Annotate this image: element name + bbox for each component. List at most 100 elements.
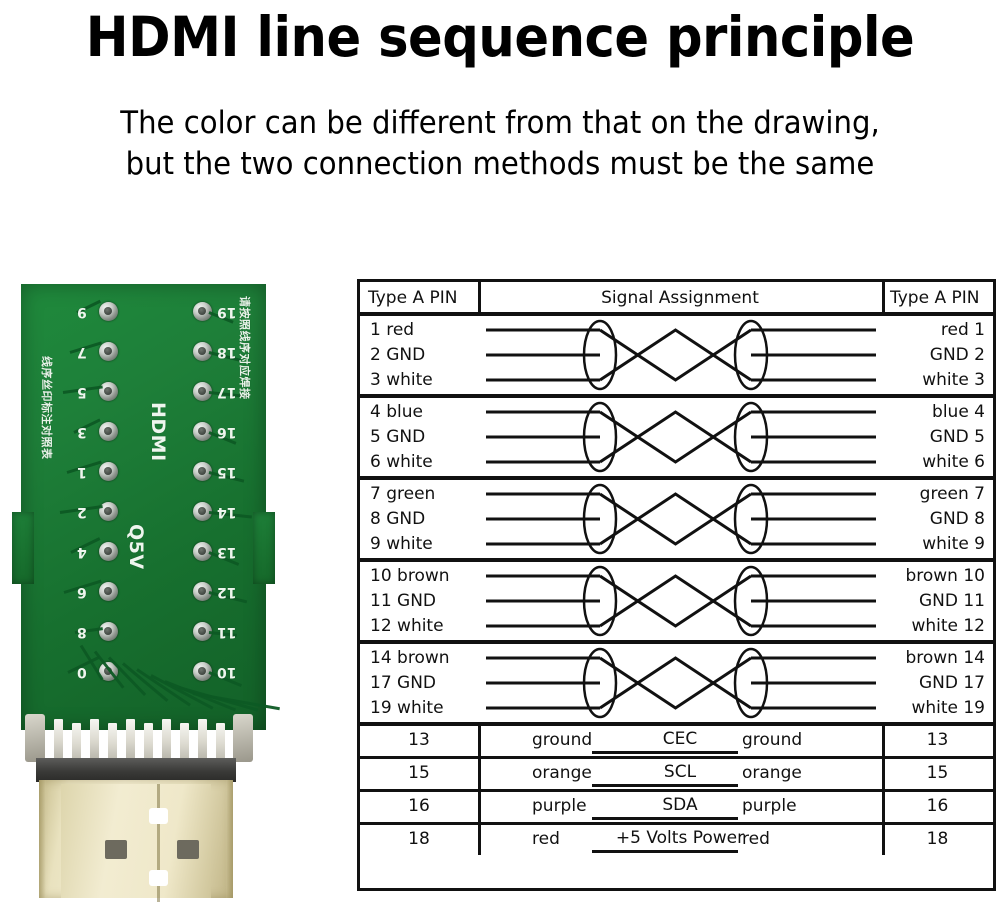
single-row-pin-left: 13 bbox=[408, 730, 430, 750]
pcb-silkscreen-pin-number: 4 bbox=[77, 544, 87, 560]
pcb-trace bbox=[192, 692, 280, 711]
pcb-silkscreen-pin-number: 7 bbox=[77, 344, 87, 360]
pcb-solder-pad bbox=[99, 302, 118, 321]
connector-face bbox=[61, 784, 211, 902]
hdmi-connector-pin bbox=[198, 719, 207, 759]
single-row-pin-left: 18 bbox=[408, 829, 430, 849]
page-subtitle-line-2: but the two connection methods must be t… bbox=[125, 146, 875, 182]
pcb-silkscreen-pin-number: 10 bbox=[217, 664, 237, 680]
single-row-pin-left: 15 bbox=[408, 763, 430, 783]
hdmi-type-a-plug bbox=[39, 780, 233, 902]
pcb-silkscreen-pin-number: 12 bbox=[217, 584, 237, 600]
pcb-solder-pad bbox=[99, 462, 118, 481]
pcb-silkscreen-pin-number: 6 bbox=[77, 584, 87, 600]
pcb-solder-pad bbox=[99, 582, 118, 601]
pcb-silkscreen-pin-number: 2 bbox=[77, 504, 87, 520]
single-row-color-right: ground bbox=[742, 730, 803, 750]
pcb-silkscreen-pin-number: 18 bbox=[217, 344, 237, 360]
table-rule bbox=[360, 756, 993, 759]
pcb-silkscreen-pin-number: 11 bbox=[217, 624, 237, 640]
single-row-pin-right: 13 bbox=[926, 730, 949, 750]
pcb-silkscreen-pin-number: 1 bbox=[77, 464, 87, 480]
pcb-silkscreen-pin-number: 9 bbox=[77, 304, 87, 320]
hdmi-pinout-table: Type A PIN Signal Assignment Type A PIN 1 r… bbox=[357, 279, 996, 891]
single-row-pin-right: 16 bbox=[926, 796, 949, 816]
table-header-left: Type A PIN bbox=[368, 288, 458, 308]
twisted-pair-diagram bbox=[486, 565, 876, 637]
twisted-pair-diagram bbox=[486, 319, 876, 391]
pcb-silkscreen-pin-number: 13 bbox=[217, 544, 237, 560]
pcb-board: 9753124680 19 18 17 16 15 14 13 12 11 10 HDMI Q5V… bbox=[12, 284, 280, 730]
connector-dimple-right bbox=[177, 840, 199, 859]
table-divider bbox=[478, 825, 481, 855]
hdmi-connector-pin bbox=[144, 723, 153, 763]
page-header: HDMI line sequence principle The color c… bbox=[0, 0, 1000, 200]
hdmi-connector-pin bbox=[54, 719, 63, 759]
pcb-solder-pad bbox=[99, 342, 118, 361]
table-divider bbox=[478, 726, 481, 756]
hdmi-breakout-board-photo: 9753124680 19 18 17 16 15 14 13 12 11 10 HDMI Q5V… bbox=[8, 276, 298, 902]
pcb-silkscreen-pin-number: 15 bbox=[217, 464, 237, 480]
page-subtitle-line-1: The color can be different from that on … bbox=[120, 105, 880, 141]
table-divider bbox=[478, 792, 481, 822]
single-row-signal-name: CEC bbox=[662, 729, 698, 749]
single-row-signal-name: SCL bbox=[663, 762, 697, 782]
pcb-solder-pad bbox=[99, 542, 118, 561]
single-row-color-left: orange bbox=[532, 763, 592, 783]
pcb-silkscreen-pin-number: 17 bbox=[217, 384, 237, 400]
hdmi-connector-pin bbox=[216, 723, 225, 763]
pcb-silkscreen-pin-number: 5 bbox=[77, 384, 87, 400]
connector-pin-row bbox=[54, 719, 230, 763]
pcb-silkscreen-note-left: 线序丝印标注对照表 bbox=[40, 356, 53, 460]
pcb-silkscreen-note-right: 请按照线序对应焊接 bbox=[238, 296, 251, 400]
page-subtitle: The color can be different from that on … bbox=[30, 103, 970, 185]
single-row-signal-name: SDA bbox=[662, 795, 698, 815]
table-header-right: Type A PIN bbox=[890, 288, 980, 308]
table-rule bbox=[360, 822, 993, 825]
pcb-side-tab-right bbox=[253, 512, 275, 584]
table-divider bbox=[478, 282, 481, 312]
single-row-color-right: red bbox=[742, 829, 770, 849]
hdmi-connector-pin bbox=[72, 723, 81, 763]
single-row-color-right: purple bbox=[742, 796, 797, 816]
single-row-signal-underline bbox=[592, 784, 738, 787]
connector-shroud-band bbox=[36, 758, 236, 782]
pcb-silkscreen-voltage-label: Q5V bbox=[125, 524, 147, 570]
connector-edge-right bbox=[226, 780, 233, 898]
single-row-color-left: red bbox=[532, 829, 560, 849]
table-rule bbox=[360, 789, 993, 792]
single-row-color-left: purple bbox=[532, 796, 587, 816]
twisted-pair-diagram bbox=[486, 647, 876, 719]
single-row-signal-underline bbox=[592, 817, 738, 820]
pcb-silkscreen-pin-number: 19 bbox=[217, 304, 237, 320]
single-row-pin-right: 18 bbox=[926, 829, 949, 849]
pcb-solder-pad bbox=[99, 622, 118, 641]
single-row-pin-right: 15 bbox=[926, 763, 949, 783]
connector-dimple-left bbox=[105, 840, 127, 859]
pcb-silkscreen-pin-number: 16 bbox=[217, 424, 237, 440]
table-divider bbox=[478, 759, 481, 789]
single-row-signal-underline bbox=[592, 850, 738, 853]
table-divider bbox=[882, 282, 885, 312]
twisted-pair-diagram bbox=[486, 483, 876, 555]
connector-edge-left bbox=[39, 780, 46, 898]
single-row-color-right: orange bbox=[742, 763, 802, 783]
twisted-pair-diagram bbox=[486, 401, 876, 473]
connector-screw-tab-left bbox=[25, 714, 45, 762]
single-row-pin-left: 16 bbox=[408, 796, 430, 816]
single-row-signal-underline bbox=[592, 751, 738, 754]
hdmi-connector-pin bbox=[126, 719, 135, 759]
pcb-silkscreen-pin-number: 8 bbox=[77, 624, 87, 640]
hdmi-connector-pin bbox=[162, 719, 171, 759]
table-header-center: Signal Assignment bbox=[601, 288, 759, 308]
hdmi-connector-pin bbox=[90, 719, 99, 759]
table-rule bbox=[360, 722, 993, 726]
connector-notch-top bbox=[149, 808, 168, 824]
pcb-silkscreen-hdmi-label: HDMI bbox=[147, 402, 169, 462]
connector-notch-bottom bbox=[149, 870, 168, 886]
pcb-side-tab-left bbox=[12, 512, 34, 584]
hdmi-connector-pin bbox=[108, 723, 117, 763]
pcb-solder-pad bbox=[99, 422, 118, 441]
pcb-silkscreen-pin-number: 14 bbox=[217, 504, 237, 520]
single-row-signal-name: +5 Volts Power bbox=[615, 828, 745, 848]
